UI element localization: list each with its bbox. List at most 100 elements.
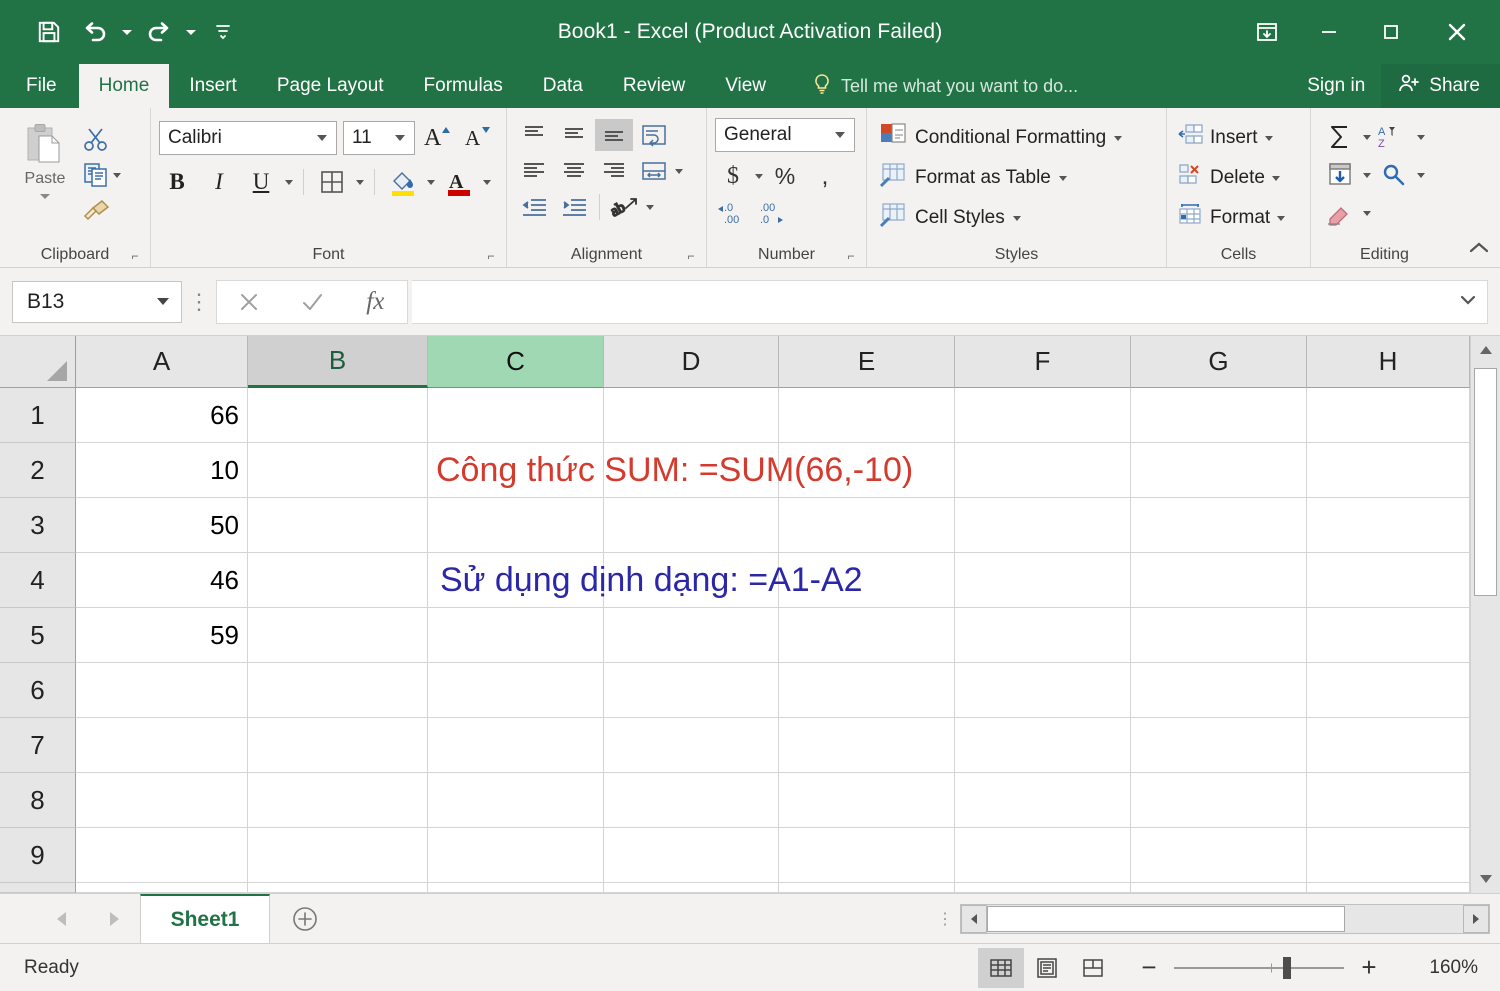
row-header-3[interactable]: 3	[0, 498, 76, 553]
font-color-icon[interactable]: A	[441, 165, 477, 199]
top-align-icon[interactable]	[515, 119, 553, 151]
cell-b7[interactable]	[248, 718, 428, 773]
center-icon[interactable]	[555, 155, 593, 187]
fill-color-icon[interactable]	[385, 165, 421, 199]
cell-a10[interactable]	[76, 883, 248, 893]
format-painter-button[interactable]	[82, 194, 121, 228]
formula-bar-handle[interactable]: ⋮	[182, 281, 216, 323]
cell-h3[interactable]	[1307, 498, 1470, 553]
cell-c2[interactable]: Công thức SUM: =SUM(66,-10)	[428, 443, 913, 498]
undo-icon[interactable]	[72, 10, 118, 54]
vertical-scroll-thumb[interactable]	[1474, 368, 1497, 596]
close-icon[interactable]	[1422, 0, 1492, 64]
row-header-1[interactable]: 1	[0, 388, 76, 443]
add-sheet-icon[interactable]	[270, 894, 340, 943]
merge-and-center-icon[interactable]	[635, 155, 673, 187]
insert-function-icon[interactable]: fx	[346, 281, 404, 323]
zoom-level-label[interactable]: 160%	[1408, 957, 1478, 979]
column-header-b[interactable]: B	[248, 336, 428, 388]
cell-a5[interactable]: 59	[76, 608, 248, 663]
decrease-decimal-icon[interactable]: .00 .0	[755, 195, 791, 229]
tab-review[interactable]: Review	[603, 64, 705, 108]
cell-b5[interactable]	[248, 608, 428, 663]
borders-dropdown-icon[interactable]	[356, 179, 364, 185]
paste-button[interactable]: Paste	[8, 118, 82, 243]
column-header-a[interactable]: A	[76, 336, 248, 388]
format-cells-dropdown-icon[interactable]	[1277, 215, 1286, 221]
zoom-in-button[interactable]: +	[1358, 952, 1380, 983]
previous-sheet-icon[interactable]	[36, 894, 88, 944]
row-header-9[interactable]: 9	[0, 828, 76, 883]
cell-f4[interactable]	[955, 553, 1131, 608]
cell-g9[interactable]	[1131, 828, 1307, 883]
customize-quick-access-icon[interactable]	[200, 10, 246, 54]
format-as-table-dropdown-icon[interactable]	[1058, 175, 1067, 181]
cell-g7[interactable]	[1131, 718, 1307, 773]
column-header-d[interactable]: D	[604, 336, 779, 388]
split-handle[interactable]: ⋮	[930, 909, 960, 929]
cell-f3[interactable]	[955, 498, 1131, 553]
tell-me-search[interactable]: Tell me what you want to do...	[812, 64, 1078, 108]
cell-c4[interactable]: Sử dụng dịnh dạng: =A1-A2	[428, 553, 863, 608]
normal-view-icon[interactable]	[978, 947, 1024, 988]
cell-b1[interactable]	[248, 388, 428, 443]
tab-data[interactable]: Data	[523, 64, 603, 108]
fill-dropdown-icon[interactable]	[1363, 172, 1371, 178]
cell-styles-dropdown-icon[interactable]	[1012, 215, 1021, 221]
font-name-dropdown-icon[interactable]	[317, 135, 327, 141]
conditional-formatting-dropdown-icon[interactable]	[1114, 135, 1123, 141]
font-color-dropdown-icon[interactable]	[483, 179, 491, 185]
tab-view[interactable]: View	[705, 64, 786, 108]
cell-h8[interactable]	[1307, 773, 1470, 828]
column-header-f[interactable]: F	[955, 336, 1131, 388]
cut-button[interactable]	[82, 122, 121, 156]
underline-button[interactable]: U	[243, 165, 279, 199]
bold-button[interactable]: B	[159, 165, 195, 199]
accounting-format-icon[interactable]: $	[715, 159, 751, 193]
orientation-dropdown-icon[interactable]	[646, 204, 654, 210]
vertical-scroll-track[interactable]	[1471, 364, 1500, 865]
find-and-select-dropdown-icon[interactable]	[1417, 172, 1425, 178]
undo-dropdown-icon[interactable]	[118, 10, 136, 54]
cell-b6[interactable]	[248, 663, 428, 718]
maximize-icon[interactable]	[1360, 0, 1422, 64]
cell-e6[interactable]	[779, 663, 955, 718]
tab-insert[interactable]: Insert	[169, 64, 257, 108]
cell-h7[interactable]	[1307, 718, 1470, 773]
cell-e8[interactable]	[779, 773, 955, 828]
cell-b9[interactable]	[248, 828, 428, 883]
decrease-indent-icon[interactable]	[515, 191, 553, 223]
italic-button[interactable]: I	[201, 165, 237, 199]
tab-page-layout[interactable]: Page Layout	[257, 64, 404, 108]
cell-e9[interactable]	[779, 828, 955, 883]
font-size-combobox[interactable]: 11	[343, 121, 415, 155]
minimize-icon[interactable]	[1298, 0, 1360, 64]
clear-icon[interactable]	[1321, 196, 1359, 230]
cell-b2[interactable]	[248, 443, 428, 498]
cell-c7[interactable]	[428, 718, 604, 773]
cell-g3[interactable]	[1131, 498, 1307, 553]
format-cells-button[interactable]: Format	[1177, 198, 1302, 238]
share-button[interactable]: Share	[1381, 64, 1500, 108]
cancel-icon[interactable]	[220, 281, 278, 323]
column-header-e[interactable]: E	[779, 336, 955, 388]
cell-g8[interactable]	[1131, 773, 1307, 828]
horizontal-scroll-track[interactable]	[987, 905, 1463, 933]
cell-b3[interactable]	[248, 498, 428, 553]
autosum-dropdown-icon[interactable]	[1363, 134, 1371, 140]
accounting-dropdown-icon[interactable]	[755, 173, 763, 179]
autosum-icon[interactable]	[1321, 120, 1359, 154]
cell-a1[interactable]: 66	[76, 388, 248, 443]
cell-a7[interactable]	[76, 718, 248, 773]
scroll-right-icon[interactable]	[1463, 904, 1489, 933]
cell-a3[interactable]: 50	[76, 498, 248, 553]
cell-a4[interactable]: 46	[76, 553, 248, 608]
save-icon[interactable]	[26, 10, 72, 54]
redo-icon[interactable]	[136, 10, 182, 54]
merge-dropdown-icon[interactable]	[675, 168, 683, 174]
collapse-ribbon-icon[interactable]	[1468, 240, 1490, 261]
cell-h5[interactable]	[1307, 608, 1470, 663]
cell-f8[interactable]	[955, 773, 1131, 828]
paste-dropdown-icon[interactable]	[40, 194, 50, 199]
sheet-tab-sheet1[interactable]: Sheet1	[140, 894, 270, 943]
